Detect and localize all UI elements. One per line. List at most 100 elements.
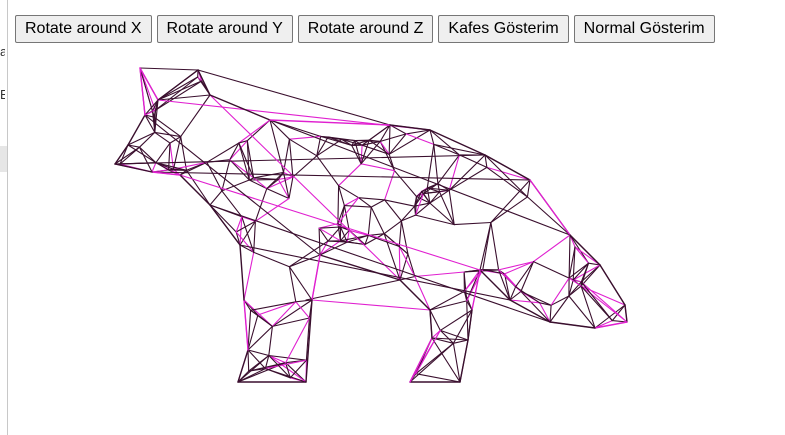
mesh-edge xyxy=(319,254,401,281)
mesh-edge xyxy=(624,304,628,323)
mesh-edge xyxy=(172,136,182,170)
mesh-edge xyxy=(180,94,211,138)
mesh-edge xyxy=(248,178,279,181)
mesh-edge xyxy=(138,146,157,164)
mesh-edge xyxy=(526,196,571,236)
mesh-edge xyxy=(285,317,310,364)
mesh-edge xyxy=(370,199,386,208)
mesh-edge xyxy=(337,197,360,225)
rotate-x-button[interactable]: Rotate around X xyxy=(15,15,152,43)
mesh-edge xyxy=(549,295,570,323)
mesh-edge xyxy=(484,154,528,198)
mesh-edge xyxy=(318,227,321,256)
mesh-edge xyxy=(247,349,250,372)
mesh-edge xyxy=(250,309,273,327)
mesh-edge xyxy=(429,300,468,311)
mesh-edge xyxy=(409,337,433,383)
mesh-edge xyxy=(479,221,492,271)
wireframe-view-button[interactable]: Kafes Gösterim xyxy=(438,15,569,43)
mesh-edge xyxy=(185,169,211,206)
mesh-edge xyxy=(254,197,290,222)
mesh-edge xyxy=(241,216,256,222)
mesh-edge xyxy=(114,154,486,165)
mesh-edge xyxy=(367,234,400,248)
mesh-edge xyxy=(239,244,245,301)
mesh-edge xyxy=(520,290,552,306)
mesh-edge xyxy=(389,124,431,131)
mesh-edge xyxy=(429,129,486,156)
mesh-edge xyxy=(398,220,402,248)
mesh-edge xyxy=(367,206,372,236)
mesh-edge xyxy=(459,339,469,383)
normal-view-button[interactable]: Normal Gösterim xyxy=(573,15,715,43)
mesh-edge xyxy=(429,290,465,311)
mesh-edge xyxy=(453,221,492,226)
mesh-edge xyxy=(238,119,271,144)
webgl-viewport[interactable] xyxy=(100,60,640,390)
mesh-edge xyxy=(379,140,396,172)
mesh-edge xyxy=(532,234,571,263)
mesh-edge xyxy=(490,196,528,224)
mesh-edge xyxy=(119,146,141,165)
fox-wireframe-model[interactable] xyxy=(100,60,640,390)
mesh-edge xyxy=(358,197,386,201)
mesh-edge xyxy=(154,109,156,133)
mesh-edge xyxy=(288,138,318,157)
mesh-edge xyxy=(580,281,628,323)
mesh-edge xyxy=(437,154,460,185)
mesh-edge xyxy=(433,143,486,156)
rotate-y-button[interactable]: Rotate around Y xyxy=(156,15,293,43)
mesh-edge xyxy=(360,139,370,165)
mesh-edge xyxy=(466,300,469,341)
mesh-edge xyxy=(311,299,431,311)
mesh-edge xyxy=(209,94,401,281)
left-edge-text: E xyxy=(0,87,5,102)
mesh-edge xyxy=(399,253,409,281)
mesh-edge xyxy=(550,277,570,306)
mesh-edge xyxy=(319,240,341,256)
mesh-edge xyxy=(154,76,199,111)
mesh-edge xyxy=(243,251,255,301)
mesh-edge xyxy=(337,185,340,225)
mesh-edge xyxy=(151,162,157,173)
mesh-edge xyxy=(568,295,596,329)
mesh-edge xyxy=(398,245,401,281)
mesh-edge xyxy=(305,279,401,301)
mesh-edge xyxy=(114,163,153,173)
mesh-edge xyxy=(532,261,570,279)
mesh-edge xyxy=(138,131,156,148)
mesh-edge xyxy=(269,119,391,126)
mesh-edge xyxy=(484,154,531,181)
mesh-edge xyxy=(370,206,385,235)
mesh-edge xyxy=(316,155,340,187)
mesh-edge xyxy=(343,197,360,207)
mesh-edge xyxy=(268,325,273,357)
mesh-edge xyxy=(338,163,362,187)
mesh-edge xyxy=(221,159,231,192)
mesh-edge xyxy=(288,138,294,178)
mesh-edge xyxy=(388,124,391,155)
mesh-edge xyxy=(490,179,531,224)
mesh-edge xyxy=(399,279,431,311)
mesh-edge xyxy=(415,329,441,375)
mesh-edge xyxy=(549,321,596,329)
mesh-edge xyxy=(180,136,188,171)
mesh-edge xyxy=(383,220,402,235)
mesh-edge xyxy=(139,67,199,71)
mesh-edge xyxy=(311,254,321,301)
mesh-edge xyxy=(316,138,343,157)
mesh-edge xyxy=(388,133,407,155)
mesh-edge xyxy=(197,69,391,126)
mesh-edge xyxy=(414,271,465,278)
mesh-edge xyxy=(318,227,329,242)
mesh-edge xyxy=(549,304,552,323)
mesh-edge xyxy=(343,205,372,208)
mesh-edge xyxy=(153,116,182,138)
left-panel-edge: a E xyxy=(0,0,8,435)
mesh-edge xyxy=(360,163,396,172)
mesh-edge xyxy=(155,142,171,164)
left-edge-highlight xyxy=(0,146,7,172)
mesh-edge xyxy=(486,166,528,198)
app-page: a E Rotate around X Rotate around Y Rota… xyxy=(0,0,785,435)
rotate-z-button[interactable]: Rotate around Z xyxy=(297,15,434,43)
